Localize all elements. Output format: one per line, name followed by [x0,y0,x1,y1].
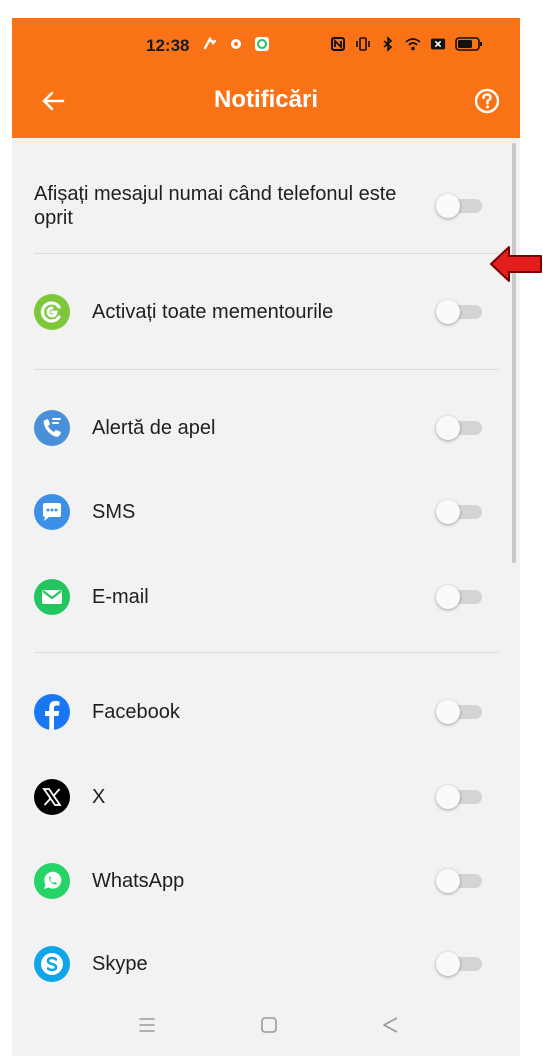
status-bar: 12:38 [12,18,520,76]
annotation-arrow-icon [490,246,542,282]
scrollbar[interactable] [512,143,516,563]
x-label: X [92,786,106,808]
bluetooth-icon [383,36,393,52]
nfc-icon [331,37,345,51]
wifi-icon [405,38,421,51]
vibrate-icon [356,37,370,51]
skype-label: Skype [92,953,148,975]
status-system-icons [330,36,483,52]
whatsapp-label: WhatsApp [92,870,185,892]
setting-row-skype[interactable]: Skype [12,946,502,982]
shield-icon [231,39,241,49]
skype-icon [34,946,70,982]
setting-row-screen-off[interactable]: Afișați mesajul numai când telefonul est… [12,178,502,234]
phone-screen: 12:38 Notificări Afișați mesajul numai c… [12,18,520,1056]
setting-row-facebook[interactable]: Facebook [12,694,502,730]
skype-toggle[interactable] [436,952,484,976]
whatsapp-icon [34,863,70,899]
sim-icon [430,38,446,50]
battery-icon [455,37,482,51]
setting-row-x[interactable]: X [12,779,502,815]
call-alert-toggle[interactable] [436,416,484,440]
email-toggle[interactable] [436,585,484,609]
call-alert-label: Alertă de apel [92,417,216,439]
screen-off-label: Afișați mesajul numai când telefonul est… [34,183,397,229]
system-nav-bar [12,998,520,1056]
app-notification-icon [203,36,217,50]
sms-toggle[interactable] [436,500,484,524]
page-title: Notificări [213,86,318,113]
x-toggle[interactable] [436,785,484,809]
screen-off-toggle[interactable] [436,194,484,218]
menu-icon[interactable] [132,1010,162,1040]
status-time: 12:38 [146,36,190,55]
divider [34,253,499,254]
setting-row-all-reminders[interactable]: Activați toate mementourile [12,294,502,330]
facebook-toggle[interactable] [436,700,484,724]
home-square-icon[interactable] [254,1010,284,1040]
help-icon[interactable] [472,86,502,116]
setting-row-sms[interactable]: SMS [12,494,502,530]
setting-row-whatsapp[interactable]: WhatsApp [12,863,502,899]
sms-label: SMS [92,501,136,523]
divider [34,369,499,370]
whatsapp-toggle[interactable] [436,869,484,893]
divider [34,652,499,653]
status-notification-icons [202,36,270,52]
email-label: E-mail [92,586,149,608]
app-bar: 12:38 Notificări [12,18,520,138]
x-logo-icon [34,779,70,815]
sms-bubble-icon [34,494,70,530]
sync-app-icon [255,37,269,51]
facebook-label: Facebook [92,701,180,723]
reminder-icon [34,294,70,330]
all-reminders-toggle[interactable] [436,300,484,324]
email-envelope-icon [34,579,70,615]
facebook-icon [34,694,70,730]
setting-row-call-alert[interactable]: Alertă de apel [12,410,502,446]
phone-call-icon [34,410,70,446]
setting-row-email[interactable]: E-mail [12,579,502,615]
back-triangle-icon[interactable] [376,1010,406,1040]
all-reminders-label: Activați toate mementourile [92,301,334,323]
